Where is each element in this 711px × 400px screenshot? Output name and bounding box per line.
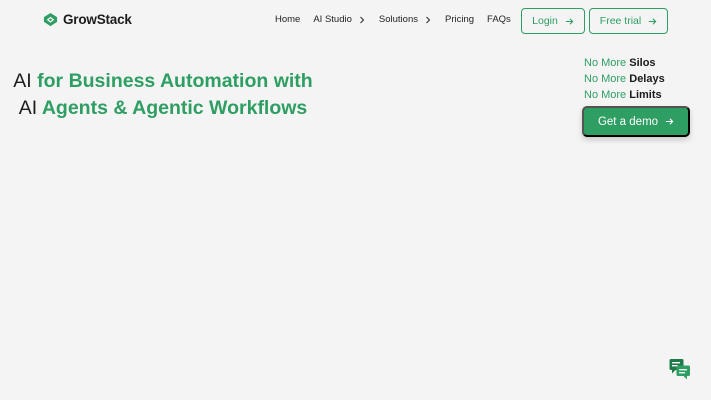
tagline-item: No More Delays <box>584 71 665 87</box>
nav-item-label: FAQs <box>487 14 511 25</box>
nav-item-home[interactable]: Home <box>275 14 300 25</box>
brand-name: GrowStack <box>63 12 132 27</box>
hero-line2-rest: Agents & Agentic Workflows <box>37 97 308 119</box>
login-button-label: Login <box>532 15 558 27</box>
tagline-item: No More Limits <box>584 87 665 103</box>
get-a-demo-button[interactable]: Get a demo <box>582 106 690 137</box>
arrow-right-icon <box>565 17 574 25</box>
free-trial-button[interactable]: Free trial <box>589 8 668 34</box>
get-a-demo-label: Get a demo <box>597 115 659 128</box>
tagline-word: Silos <box>629 57 656 69</box>
growstack-logo-icon <box>43 12 58 27</box>
free-trial-button-label: Free trial <box>599 15 642 27</box>
tagline-item: No More Silos <box>584 55 665 71</box>
nav-item-label: Pricing <box>445 14 475 25</box>
brand-logo[interactable]: GrowStack <box>43 12 132 27</box>
arrow-right-icon <box>665 118 674 125</box>
main-nav: Home AI Studio Solutions Pricing FAQs <box>275 14 511 25</box>
chevron-right-icon <box>360 16 365 23</box>
tagline-word: Limits <box>629 89 662 101</box>
hero-headline-line-2: AI Agents & Agentic Workflows <box>0 95 326 122</box>
hero-line1-prefix: AI <box>13 70 32 92</box>
login-button[interactable]: Login <box>521 8 585 34</box>
nav-item-solutions[interactable]: Solutions <box>379 14 432 25</box>
nav-item-ai-studio[interactable]: AI Studio <box>313 14 366 25</box>
nav-item-label: Solutions <box>378 14 418 25</box>
nav-item-label: Home <box>275 14 301 25</box>
chevron-right-icon <box>426 16 431 23</box>
hero-line2-prefix: AI <box>18 97 38 119</box>
tagline-prefix: No More <box>584 89 627 101</box>
hero-headline-line-1: AI for Business Automation with <box>0 68 326 95</box>
tagline-prefix: No More <box>584 57 627 69</box>
tagline-list: No More Silos No More Delays No More Lim… <box>584 55 665 103</box>
tagline-prefix: No More <box>584 73 627 85</box>
nav-item-faqs[interactable]: FAQs <box>487 14 511 25</box>
nav-item-label: AI Studio <box>313 14 352 25</box>
nav-item-pricing[interactable]: Pricing <box>445 14 474 25</box>
tagline-word: Delays <box>629 73 665 85</box>
chat-bubbles-icon[interactable] <box>668 357 692 381</box>
arrow-right-icon <box>649 17 657 25</box>
hero-line1-rest: for Business Automation with <box>31 70 313 92</box>
